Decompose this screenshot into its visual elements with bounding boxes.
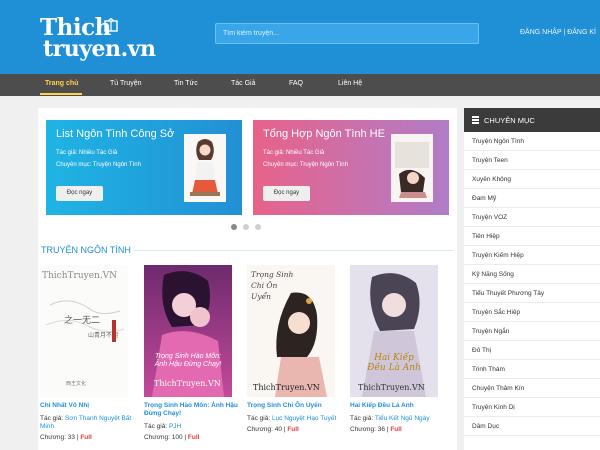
chapter-count: Chương: 100 | — [144, 434, 187, 441]
sidebar-item-xuyen-khong[interactable]: Xuyên Không — [464, 170, 600, 189]
nav-news[interactable]: Tin Tức — [174, 80, 198, 87]
section-title[interactable]: TRUYỆN NGÔN TÌNH — [41, 245, 131, 255]
book-cover[interactable] — [144, 265, 232, 397]
book-cover[interactable] — [350, 265, 438, 397]
book-cover-art-icon — [350, 265, 438, 397]
slide-office-romance[interactable]: List Ngôn Tình Công Sở Tác giả: Nhiều Tá… — [46, 120, 242, 215]
nav-faq[interactable]: FAQ — [289, 80, 303, 87]
book-author: Tác giả: Tiểu Kết Ngủ Ngày — [350, 415, 445, 423]
author-label: Tác giả: — [40, 415, 64, 422]
sidebar-item-phuong-tay[interactable]: Tiểu Thuyết Phương Tây — [464, 284, 600, 303]
cover-watermark: ThichTruyen.VN — [42, 271, 118, 281]
slider-dot[interactable] — [243, 224, 249, 230]
author-label: Tác giả: — [247, 415, 271, 422]
sidebar-item-sac-hiep[interactable]: Truyện Sắc Hiệp — [464, 303, 600, 322]
main-content: List Ngôn Tình Công Sở Tác giả: Nhiều Tá… — [38, 108, 457, 450]
slide-author: Tác giả: Nhiều Tác Giả — [56, 150, 118, 156]
book-title[interactable]: Chi Nhất Vô Nhị — [40, 402, 135, 410]
author-label: Tác giả: — [144, 423, 168, 430]
chapter-count: Chương: 33 | — [40, 434, 79, 441]
sidebar-item-teen[interactable]: Truyện Teen — [464, 151, 600, 170]
author-link[interactable]: PJH — [169, 423, 181, 430]
read-now-button[interactable]: Đọc ngay — [56, 186, 103, 201]
book-chapters: Chương: 40 | Full — [247, 426, 342, 434]
sidebar-item-kinh-di[interactable]: Truyện Kinh Dị — [464, 398, 600, 417]
sidebar-item-trinh-tham[interactable]: Trinh Thám — [464, 360, 600, 379]
status-badge: Full — [187, 434, 200, 441]
slider-dot[interactable] — [255, 224, 261, 230]
slide-cover-image — [391, 134, 433, 202]
girl-illustration-icon — [184, 134, 226, 202]
svg-text:之一无二: 之一无二 — [64, 314, 100, 326]
book-author: Tác giả: PJH — [144, 423, 239, 431]
author-link[interactable]: Lục Nguyệt Hạo Tuyết — [272, 415, 336, 422]
logo-text-bottom: truyen.vn — [43, 36, 156, 62]
cover-title-overlay: Trọng Sinh Hào Môn: Ảnh Hậu Đừng Chạy! — [154, 353, 222, 368]
sidebar-item-do-thi[interactable]: Đô Thị — [464, 341, 600, 360]
site-header: Thich truyen.vn ĐĂNG NHẬP | ĐĂNG KÍ — [0, 0, 600, 74]
book-chapters: Chương: 36 | Full — [350, 426, 445, 434]
chapter-count: Chương: 36 | — [350, 426, 389, 433]
status-badge: Full — [80, 434, 92, 441]
nav-home[interactable]: Trang chủ — [45, 80, 78, 87]
section-divider — [134, 250, 453, 251]
slide-title[interactable]: List Ngôn Tình Công Sở — [56, 128, 174, 140]
login-register-link[interactable]: ĐĂNG NHẬP | ĐĂNG KÍ — [520, 29, 596, 36]
sidebar-item-ky-nang-song[interactable]: Kỹ Năng Sống — [464, 265, 600, 284]
author-link[interactable]: Tiểu Kết Ngủ Ngày — [375, 415, 430, 422]
slide-author: Tác giả: Nhiều Tác Giả — [263, 150, 325, 156]
sidebar-item-tien-hiep[interactable]: Tiên Hiệp — [464, 227, 600, 246]
site-logo[interactable]: Thich truyen.vn — [40, 14, 156, 62]
book-chapters: Chương: 33 | Full — [40, 434, 135, 442]
sidebar-item-truyen-ngan[interactable]: Truyện Ngắn — [464, 322, 600, 341]
cover-watermark: ThichTruyen.VN — [154, 379, 221, 388]
status-badge: Full — [390, 426, 402, 433]
book-title[interactable]: Trọng Sinh Hào Môn: Ảnh Hậu Đừng Chạy! — [144, 402, 239, 418]
cover-watermark: ThichTruyen.VN — [358, 383, 425, 392]
svg-text:西王文化: 西王文化 — [66, 380, 86, 387]
book-author: Tác giả: Lục Nguyệt Hạo Tuyết — [247, 415, 342, 423]
sidebar-item-ngon-tinh[interactable]: Truyện Ngôn Tình — [464, 132, 600, 151]
read-now-button[interactable]: Đọc ngay — [263, 186, 310, 201]
slide-title[interactable]: Tổng Hợp Ngôn Tình HE — [263, 128, 385, 140]
slide-category: Chuyên mục: Truyện Ngôn Tình — [263, 162, 348, 168]
main-nav: Trang chủ Tủ Truyện Tin Tức Tác Giả FAQ … — [0, 74, 600, 96]
nav-active-indicator — [40, 93, 82, 95]
sidebar-header: CHUYÊN MỤC — [464, 108, 600, 132]
book-author: Tác giả: Sơn Thanh Nguyệt Bất Minh — [40, 415, 135, 431]
sidebar-item-dam-duc[interactable]: Dâm Dục — [464, 417, 600, 436]
nav-contact[interactable]: Liên Hệ — [338, 80, 362, 87]
nav-authors[interactable]: Tác Giả — [231, 80, 256, 87]
sidebar-title: CHUYÊN MỤC — [484, 116, 535, 125]
sidebar-item-kiem-hiep[interactable]: Truyện Kiếm Hiệp — [464, 246, 600, 265]
menu-icon — [472, 116, 479, 124]
slide-happy-ending[interactable]: Tổng Hợp Ngôn Tình HE Tác giả: Nhiều Tác… — [253, 120, 449, 215]
status-badge: Full — [287, 426, 299, 433]
book-icon — [104, 18, 118, 32]
book-chapters: Chương: 100 | Full — [144, 434, 239, 442]
search-input[interactable] — [215, 23, 479, 44]
book-title[interactable]: Trọng Sinh Chi Ôn Uyển — [247, 402, 342, 410]
chapter-count: Chương: 40 | — [247, 426, 286, 433]
cover-title-overlay: Trọng Sinh Chi Ôn Uyển — [251, 270, 294, 301]
sidebar-item-voz[interactable]: Truyện VOZ — [464, 208, 600, 227]
sidebar-item-dam-my[interactable]: Đam Mỹ — [464, 189, 600, 208]
cover-watermark: ThichTruyen.VN — [253, 383, 320, 392]
couple-illustration-icon — [391, 134, 433, 202]
author-label: Tác giả: — [350, 415, 374, 422]
book-title[interactable]: Hai Kiếp Đều Là Anh — [350, 402, 445, 410]
slide-cover-image — [184, 134, 226, 202]
book-cover[interactable]: 之一无二 山青月不明 西王文化 — [40, 265, 128, 397]
slide-category: Chuyên mục: Truyện Ngôn Tình — [56, 162, 141, 168]
category-sidebar: CHUYÊN MỤC Truyện Ngôn Tình Truyện Teen … — [464, 108, 600, 450]
sidebar-item-tham-kin[interactable]: Chuyện Thâm Kín — [464, 379, 600, 398]
nav-bookshelf[interactable]: Tủ Truyện — [110, 80, 142, 87]
book-cover-art-icon: 之一无二 山青月不明 西王文化 — [40, 265, 128, 397]
slider-dot[interactable] — [231, 224, 237, 230]
book-cover-art-icon — [144, 265, 232, 397]
cover-title-overlay: Hai Kiếp Đều Là Anh — [367, 353, 421, 373]
